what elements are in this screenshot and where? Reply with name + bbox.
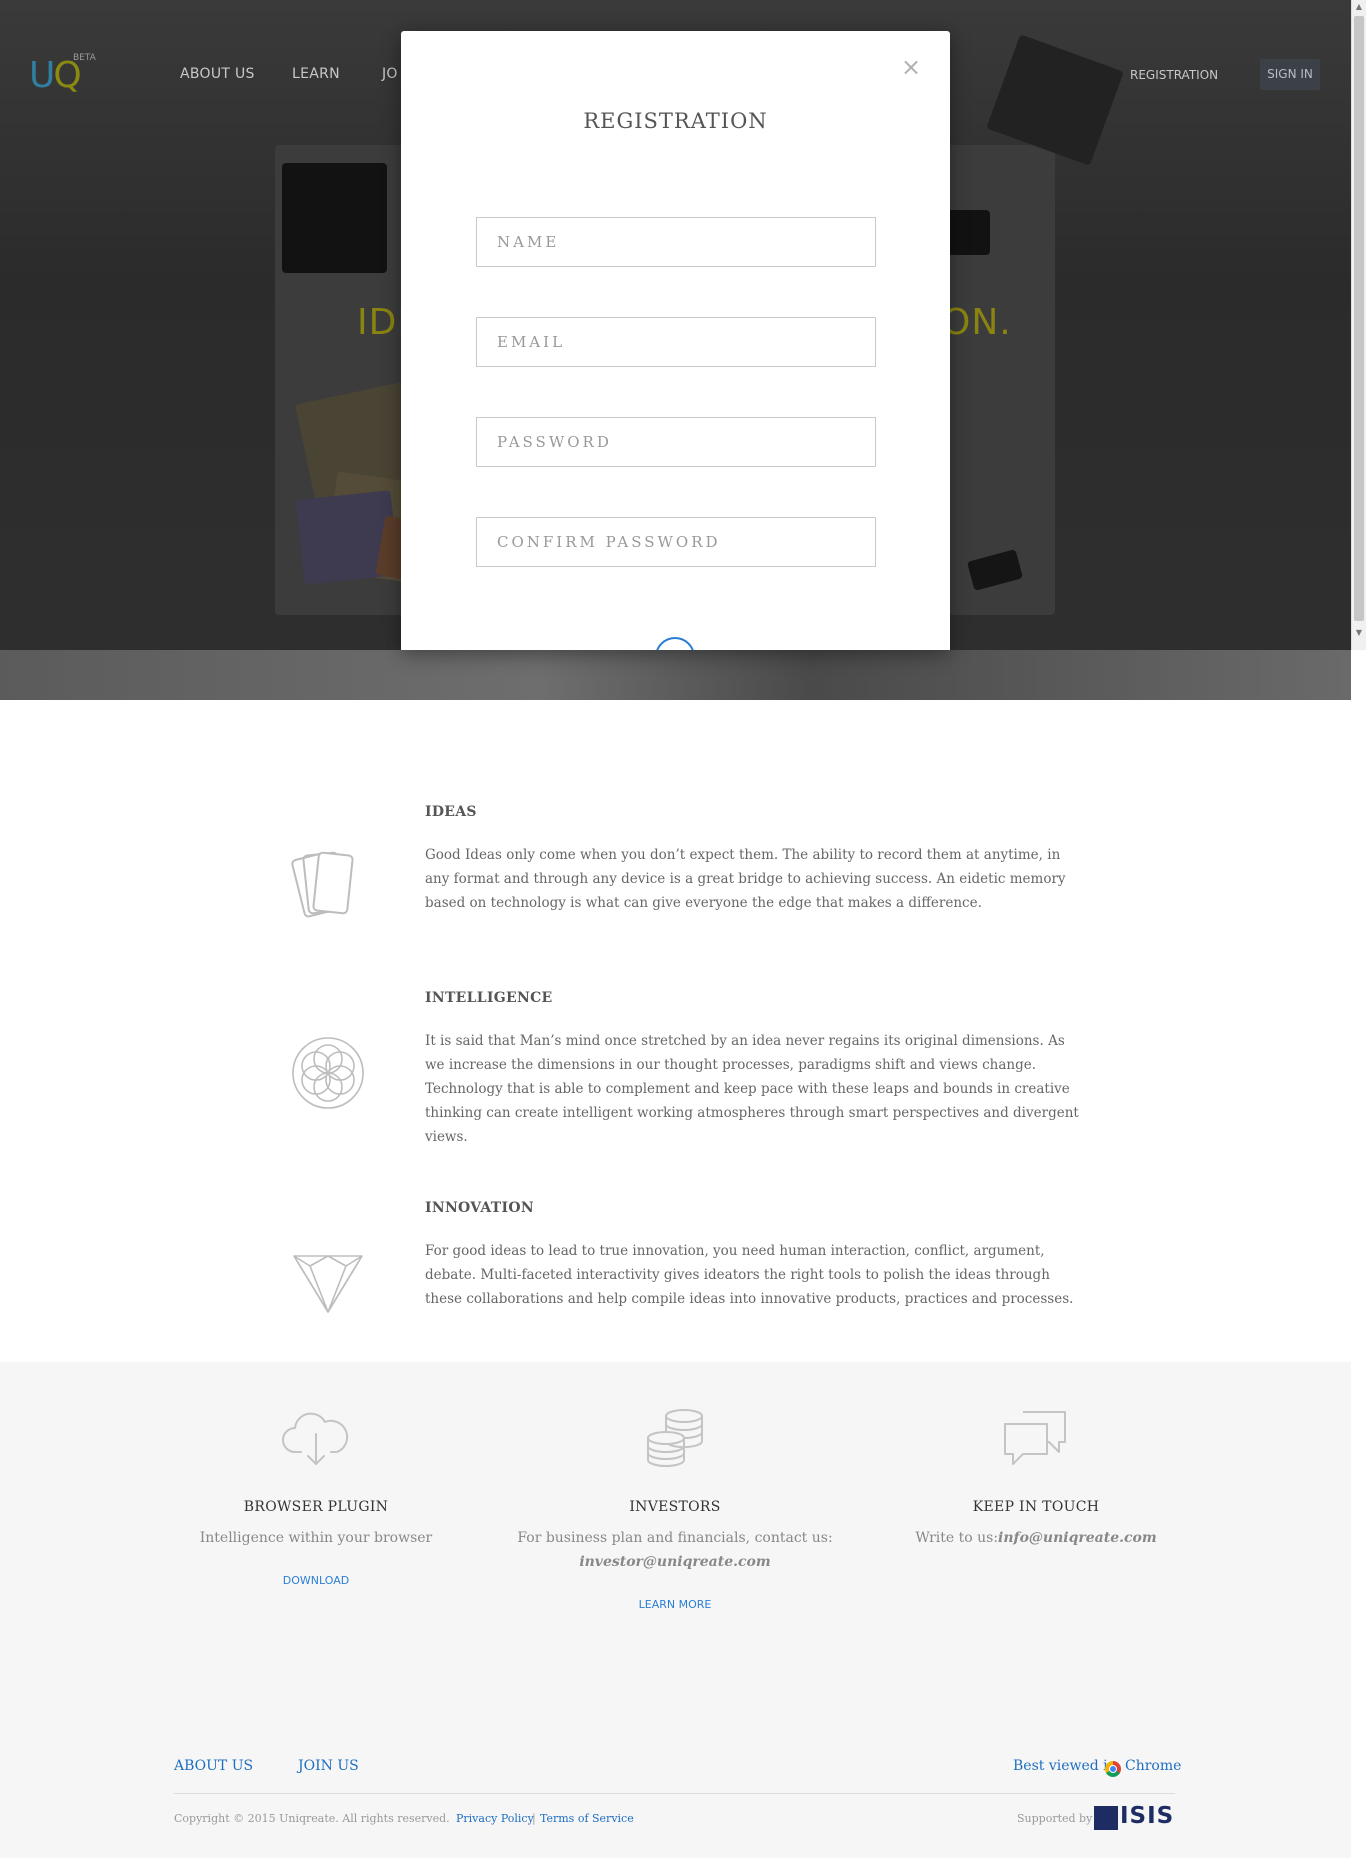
download-link[interactable]: DOWNLOAD	[136, 1574, 496, 1587]
close-icon[interactable]: ×	[901, 55, 921, 79]
plugin-text: Intelligence within your browser	[199, 1530, 433, 1546]
password-field[interactable]	[476, 417, 876, 467]
best-viewed-label: Best viewed in	[1013, 1758, 1117, 1774]
feature-title-intelligence: INTELLIGENCE	[425, 990, 553, 1006]
hero-background-object	[282, 163, 387, 273]
chrome-icon	[1105, 1761, 1121, 1777]
beta-badge: BETA	[73, 53, 96, 63]
nav-learn[interactable]: LEARN	[292, 66, 340, 82]
contact-email[interactable]: info@uniqreate.com	[998, 1530, 1157, 1546]
hero-headline-right: ON.	[942, 302, 1012, 343]
investor-email[interactable]: investor@uniqreate.com	[579, 1554, 770, 1570]
feature-body-ideas: Good Ideas only come when you don’t expe…	[425, 847, 1066, 911]
nav-registration[interactable]: REGISTRATION	[1130, 68, 1218, 82]
confirm-password-field[interactable]	[476, 517, 876, 567]
chrome-link[interactable]: Chrome	[1125, 1758, 1181, 1774]
registration-modal: × REGISTRATION	[401, 31, 950, 650]
feature-body-innovation: For good ideas to lead to true innovatio…	[425, 1243, 1074, 1307]
privacy-policy-link[interactable]: Privacy Policy	[456, 1812, 534, 1825]
plugin-title: BROWSER PLUGIN	[243, 1499, 389, 1515]
coins-icon	[647, 1409, 703, 1467]
isis-logo[interactable]: ISIS	[1094, 1803, 1175, 1830]
cloud-download-icon	[282, 1412, 349, 1465]
scrollbar[interactable]: ▲ ▼	[1351, 0, 1366, 650]
feature-title-innovation: INNOVATION	[425, 1200, 534, 1216]
keep-in-touch-title: KEEP IN TOUCH	[972, 1499, 1100, 1515]
chat-bubbles-icon	[1004, 1411, 1066, 1465]
nav-about-us[interactable]: ABOUT US	[180, 66, 255, 82]
diamond-icon	[293, 1255, 363, 1313]
nav-join-truncated[interactable]: JO	[382, 66, 398, 82]
terms-of-service-link[interactable]: Terms of Service	[540, 1812, 634, 1825]
isis-logo-text: ISIS	[1120, 1803, 1175, 1829]
feature-title-ideas: IDEAS	[425, 804, 477, 820]
contact-text: Write to us:info@uniqreate.com	[856, 1526, 1216, 1550]
scrollbar-thumb[interactable]	[1354, 16, 1364, 621]
submit-spinner-icon[interactable]	[655, 637, 695, 650]
feature-body-intelligence: It is said that Man’s mind once stretche…	[425, 1033, 1079, 1145]
supported-by-label: Supported by	[1017, 1812, 1093, 1825]
investors-text: For business plan and financials, contac…	[495, 1526, 855, 1574]
isis-logo-mark	[1094, 1806, 1118, 1830]
cards-icon	[291, 851, 354, 918]
copyright: Copyright © 2015 Uniqreate. All rights r…	[174, 1812, 450, 1825]
investors-text-label: For business plan and financials, contac…	[517, 1530, 833, 1546]
scroll-up-icon[interactable]: ▲	[1354, 2, 1364, 12]
name-field[interactable]	[476, 217, 876, 267]
investors-title: INVESTORS	[629, 1499, 721, 1515]
learn-more-link[interactable]: LEARN MORE	[495, 1598, 855, 1611]
hero-bottom-strip	[0, 650, 1351, 700]
contact-text-label: Write to us:	[915, 1530, 999, 1546]
footer-join-us[interactable]: JOIN US	[298, 1758, 359, 1774]
email-field[interactable]	[476, 317, 876, 367]
sign-in-button[interactable]: SIGN IN	[1260, 59, 1320, 90]
footer-about-us[interactable]: ABOUT US	[174, 1758, 253, 1774]
logo[interactable]: UQ	[29, 55, 82, 96]
footer-separator: |	[532, 1812, 536, 1825]
flower-of-life-icon	[292, 1037, 364, 1109]
modal-title: REGISTRATION	[583, 109, 768, 133]
logo-u: U	[29, 55, 55, 96]
info-band: BROWSER PLUGIN Intelligence within your …	[0, 1362, 1351, 1858]
scroll-down-icon[interactable]: ▼	[1354, 628, 1364, 638]
footer-divider	[174, 1793, 1175, 1794]
